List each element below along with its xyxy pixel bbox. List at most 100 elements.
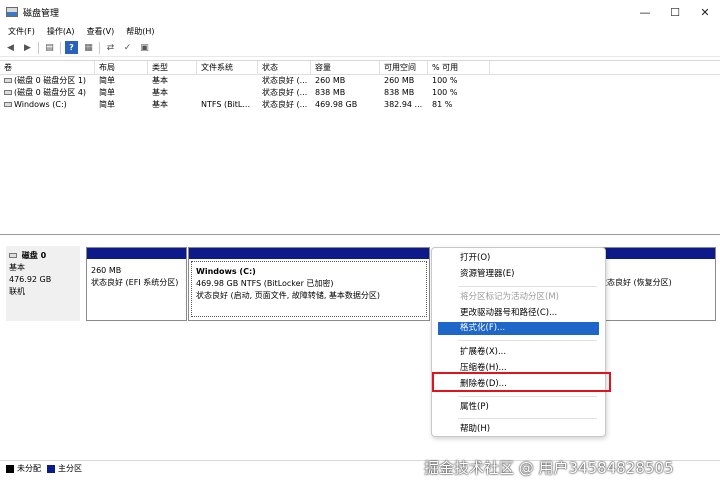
partition-bar [189,248,429,259]
menu-item-mark-active: 将分区标记为活动分区(M) [460,292,559,302]
table-row[interactable]: Windows (C:) 简单 基本 NTFS (BitL... 状态良好 (.… [0,99,720,111]
toolbar-divider [60,41,61,54]
disk-graphical-view: 磁盘 0 基本 476.92 GB 联机 260 MB 状态良好 (EFI 系统… [0,240,720,460]
cell-capacity: 838 MB [315,88,346,97]
partition-windows-c[interactable]: Windows (C:) 469.98 GB NTFS (BitLocker 已… [188,247,430,321]
back-arrow-icon[interactable]: ◀ [4,41,17,54]
menu-item-explorer[interactable]: 资源管理器(E) [460,268,515,280]
menu-item-format[interactable]: 格式化(F)... [438,322,599,335]
menu-view[interactable]: 查看(V) [87,26,115,37]
minimize-button[interactable]: — [630,0,660,24]
window-controls: — ☐ ✕ [630,0,720,24]
maximize-button[interactable]: ☐ [660,0,690,24]
disk-info-panel[interactable]: 磁盘 0 基本 476.92 GB 联机 [6,246,80,321]
menu-action[interactable]: 操作(A) [47,26,75,37]
cell-layout: 简单 [99,100,115,109]
watermark: 掘金技术社区 @ 用户34584828505 [424,459,674,477]
partition-body: 260 MB 状态良好 (EFI 系统分区) [87,259,186,289]
cell-status: 状态良好 (... [262,76,308,85]
column-header-capacity[interactable]: 容量 [311,61,380,75]
partition-body: Windows (C:) 469.98 GB NTFS (BitLocker 已… [191,261,427,317]
cell-layout: 简单 [99,76,115,85]
cell-type: 基本 [152,88,168,97]
legend-swatch-unallocated [6,464,14,473]
partition-bar [87,248,186,259]
menu-separator [458,418,597,419]
menu-separator [458,340,597,341]
check-icon[interactable]: ✓ [121,41,134,54]
properties-icon[interactable]: ▦ [82,41,95,54]
column-header-free-space[interactable]: 可用空间 [380,61,428,75]
menu-item-extend-volume[interactable]: 扩展卷(X)... [460,346,506,358]
partition-status: 状态良好 (启动, 页面文件, 故障转储, 基本数据分区) [196,291,381,300]
cell-volume-text: (磁盘 0 磁盘分区 1) [14,76,87,85]
legend-label-unallocated: 未分配 [17,464,41,473]
window-title: 磁盘管理 [23,8,60,19]
disk-status: 联机 [9,287,25,296]
disk-name-label: 磁盘 0 [21,251,47,260]
volume-list-header: 卷 布局 类型 文件系统 状态 容量 可用空间 % 可用 [0,61,720,75]
cell-status: 状态良好 (... [262,88,308,97]
toolbar-divider [99,41,100,54]
column-header-filesystem[interactable]: 文件系统 [197,61,258,75]
title-bar: 磁盘管理 — ☐ ✕ [0,0,720,24]
legend-swatch-primary [47,464,55,473]
cell-capacity: 469.98 GB [315,100,358,109]
partition-size: 260 MB [91,266,122,275]
close-button[interactable]: ✕ [690,0,720,24]
volume-list: 卷 布局 类型 文件系统 状态 容量 可用空间 % 可用 (磁盘 0 磁盘分区 … [0,60,720,235]
menu-file[interactable]: 文件(F) [8,26,35,37]
column-header-percent-free[interactable]: % 可用 [428,61,490,75]
menu-item-help[interactable]: 帮助(H) [460,423,490,435]
partition-recovery[interactable]: B 状态良好 (恢复分区) [590,247,716,321]
disk-icon [9,253,17,258]
toolbar-divider [38,41,39,54]
cell-filesystem [197,75,258,87]
disk-size: 476.92 GB [9,275,52,284]
disk-type: 基本 [9,263,25,272]
grid-icon[interactable]: ▣ [138,41,151,54]
partition-status: 状态良好 (EFI 系统分区) [91,278,179,287]
cell-filesystem: NTFS (BitL... [201,100,251,109]
menu-separator [458,396,597,397]
cell-free-space: 382.94 ... [384,100,423,109]
drive-icon [4,102,12,107]
connect-icon[interactable]: ⇄ [104,41,117,54]
menu-item-change-drive-letter[interactable]: 更改驱动器号和路径(C)... [460,307,557,319]
cell-volume: (磁盘 0 磁盘分区 4) [0,87,95,99]
table-row[interactable]: (磁盘 0 磁盘分区 4) 简单 基本 状态良好 (... 838 MB 838… [0,87,720,99]
menu-item-properties[interactable]: 属性(P) [460,401,489,413]
column-header-layout[interactable]: 布局 [95,61,148,75]
help-icon[interactable]: ? [65,41,78,54]
table-row[interactable]: (磁盘 0 磁盘分区 1) 简单 基本 状态良好 (... 260 MB 260… [0,75,720,87]
forward-arrow-icon[interactable]: ▶ [21,41,34,54]
toolbar: ◀ ▶ ▤ ? ▦ ⇄ ✓ ▣ [0,39,720,57]
partition-efi[interactable]: 260 MB 状态良好 (EFI 系统分区) [86,247,187,321]
column-header-volume[interactable]: 卷 [0,61,95,75]
menu-help[interactable]: 帮助(H) [126,26,154,37]
cell-free-space: 838 MB [384,88,415,97]
cell-free-space: 260 MB [384,76,415,85]
cell-status: 状态良好 (... [262,100,308,109]
menu-bar: 文件(F) 操作(A) 查看(V) 帮助(H) [0,24,720,39]
list-view-icon[interactable]: ▤ [43,41,56,54]
drive-icon [4,78,12,83]
cell-percent-free: 100 % [432,88,458,97]
cell-volume-text: (磁盘 0 磁盘分区 4) [14,88,87,97]
disk-management-icon [6,7,18,17]
partition-body: B 状态良好 (恢复分区) [591,259,715,289]
column-header-type[interactable]: 类型 [148,61,197,75]
menu-item-open[interactable]: 打开(O) [460,252,490,264]
column-header-status[interactable]: 状态 [258,61,311,75]
cell-type: 基本 [152,100,168,109]
partition-size: 469.98 GB NTFS (BitLocker 已加密) [196,279,334,288]
drive-icon [4,90,12,95]
highlight-annotation-box [432,372,611,392]
cell-percent-free: 81 % [432,100,453,109]
legend-label-primary: 主分区 [58,464,82,473]
context-menu: 打开(O) 资源管理器(E) 将分区标记为活动分区(M) 更改驱动器号和路径(C… [431,247,606,437]
partition-size: B [599,265,711,277]
cell-volume: (磁盘 0 磁盘分区 1) [0,75,95,87]
partition-title: Windows (C:) [196,267,256,276]
cell-filesystem [197,87,258,99]
